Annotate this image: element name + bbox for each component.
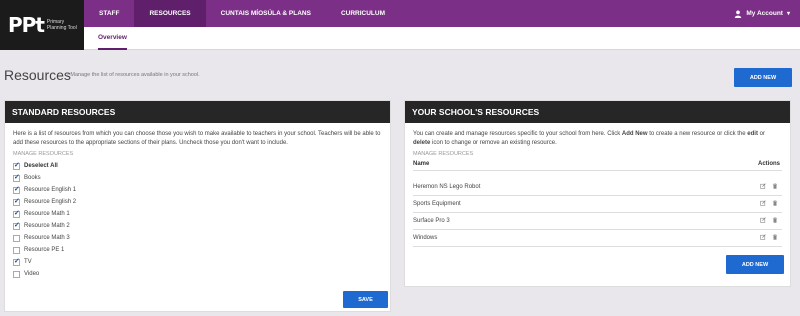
row-actions [760, 217, 782, 225]
resource-checkbox-row[interactable]: ✓ TV [5, 256, 390, 268]
resource-checkbox[interactable] [13, 270, 20, 278]
resource-checkbox-row[interactable]: ✓ Resource Math 1 [5, 208, 390, 220]
resource-label: Resource Math 1 [24, 211, 70, 217]
page-subtitle: - Manage the list of resources available… [67, 72, 200, 78]
col-name: Name [413, 160, 430, 167]
save-button[interactable]: SAVE [343, 291, 388, 308]
school-resources-panel: YOUR SCHOOL'S RESOURCES You can create a… [404, 100, 791, 287]
standard-resource-list: ✓ Books ✓ Resource English 1 ✓ Resource Engli… [5, 172, 390, 280]
resource-checkbox-row[interactable]: ✓ Resource English 2 [5, 196, 390, 208]
desc-edit: edit [747, 131, 758, 137]
add-new-school-resource-button[interactable]: ADD NEW [726, 255, 784, 274]
deselect-all-label: Deselect All [24, 163, 58, 169]
resource-checkbox-row[interactable]: Video [5, 268, 390, 280]
table-row: Heremon NS Lego Robot [413, 179, 782, 196]
table-row: Windows [413, 230, 782, 247]
resource-checkbox-row[interactable]: ✓ Resource Math 2 [5, 220, 390, 232]
deselect-all-checkbox[interactable]: ✓ [13, 161, 20, 170]
nav-curriculum[interactable]: CURRICULUM [326, 0, 400, 27]
resource-name: Sports Equipment [413, 201, 461, 207]
check-icon: ✓ [14, 185, 20, 193]
school-resources-title: YOUR SCHOOL'S RESOURCES [405, 101, 790, 123]
page-title: Resources [4, 67, 71, 83]
resource-label: Resource Math 2 [24, 223, 70, 229]
table-row: Surface Pro 3 [413, 213, 782, 230]
check-icon: ✓ [14, 173, 20, 181]
resource-label: TV [24, 259, 32, 265]
table-header: Name Actions [413, 157, 782, 171]
desc-text: You can create and manage resources spec… [413, 131, 622, 137]
add-new-button[interactable]: ADD NEW [734, 68, 792, 87]
resource-label: Video [24, 271, 40, 277]
desc-add-new: Add New [621, 131, 648, 137]
trash-icon[interactable] [772, 183, 778, 191]
resource-name: Surface Pro 3 [413, 218, 450, 224]
user-icon [735, 10, 742, 18]
check-icon: ✓ [14, 221, 20, 229]
manage-resources-label: MANAGE RESOURCES [413, 151, 474, 157]
resource-name: Windows [413, 235, 438, 241]
desc-delete: delete [413, 140, 431, 146]
resource-checkbox[interactable]: ✓ [13, 197, 20, 206]
nav-resources[interactable]: RESOURCES [134, 0, 206, 27]
table-row: Sports Equipment [413, 196, 782, 213]
resource-checkbox[interactable] [13, 246, 20, 254]
resource-label: Books [24, 175, 41, 181]
school-description: You can create and manage resources spec… [405, 123, 790, 148]
check-icon: ✓ [14, 209, 20, 217]
resource-checkbox-row[interactable]: Resource PE 1 [5, 244, 390, 256]
check-icon: ✓ [14, 257, 20, 265]
resource-label: Resource PE 1 [24, 247, 65, 253]
resource-name: Heremon NS Lego Robot [413, 184, 481, 190]
resource-checkbox[interactable]: ✓ [13, 173, 20, 182]
resource-checkbox[interactable]: ✓ [13, 257, 20, 266]
row-actions [760, 183, 782, 191]
resource-label: Resource English 1 [24, 187, 77, 193]
school-resources-table: Name Actions Heremon NS Lego Robot Sports… [413, 157, 782, 247]
trash-icon[interactable] [772, 217, 778, 225]
chevron-down-icon: ▾ [786, 11, 790, 17]
brand-logo[interactable]: PPt Primary Planning Tool [0, 0, 84, 50]
tab-overview[interactable]: Overview [98, 27, 127, 50]
col-actions: Actions [757, 160, 780, 167]
trash-icon[interactable] [772, 234, 778, 242]
edit-icon[interactable] [760, 217, 766, 225]
resource-checkbox[interactable]: ✓ [13, 185, 20, 194]
top-nav: STAFF RESOURCES CUNTAIS MÍOSÚLA & PLANS … [84, 0, 800, 27]
standard-resources-panel: STANDARD RESOURCES Here is a list of res… [4, 100, 391, 312]
desc-text: to create a new resource or click the [647, 131, 748, 137]
deselect-all-row[interactable]: ✓ Deselect All [5, 160, 390, 172]
check-icon: ✓ [14, 197, 20, 205]
edit-icon[interactable] [760, 200, 766, 208]
resource-label: Resource English 2 [24, 199, 77, 205]
standard-resources-title: STANDARD RESOURCES [5, 101, 390, 123]
trash-icon[interactable] [772, 200, 778, 208]
standard-description: Here is a list of resources from which y… [13, 131, 381, 146]
desc-text: icon to change or remove an existing res… [430, 140, 557, 146]
table-body: Heremon NS Lego Robot Sports Equipment Sur… [413, 179, 782, 247]
manage-resources-label: MANAGE RESOURCES [13, 151, 74, 157]
resource-checkbox[interactable] [13, 234, 20, 242]
logo-tagline: Primary Planning Tool [46, 19, 77, 31]
my-account-label: My Account [746, 10, 783, 17]
row-actions [760, 234, 782, 242]
logo-mark: PPt [8, 13, 45, 37]
resource-checkbox[interactable]: ✓ [13, 221, 20, 230]
resource-checkbox[interactable]: ✓ [13, 209, 20, 218]
resource-checkbox-row[interactable]: ✓ Resource English 1 [5, 184, 390, 196]
edit-icon[interactable] [760, 183, 766, 191]
my-account-menu[interactable]: My Account ▾ [734, 0, 790, 27]
resource-checkbox-row[interactable]: ✓ Books [5, 172, 390, 184]
check-icon: ✓ [14, 161, 20, 169]
row-actions [760, 200, 782, 208]
resource-checkbox-row[interactable]: Resource Math 3 [5, 232, 390, 244]
nav-cuntais[interactable]: CUNTAIS MÍOSÚLA & PLANS [206, 0, 326, 27]
desc-text: or [757, 131, 765, 137]
resource-label: Resource Math 3 [24, 235, 70, 241]
sub-nav: Overview [84, 27, 800, 50]
edit-icon[interactable] [760, 234, 766, 242]
nav-staff[interactable]: STAFF [84, 0, 134, 27]
